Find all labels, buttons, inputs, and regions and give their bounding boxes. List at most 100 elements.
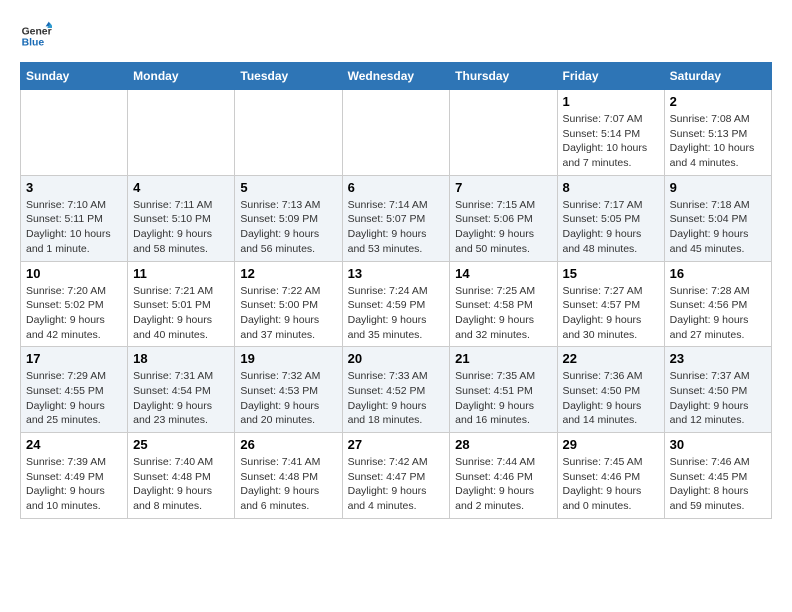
- day-info: Sunrise: 7:14 AM Sunset: 5:07 PM Dayligh…: [348, 198, 445, 257]
- calendar-cell: 10 Sunrise: 7:20 AM Sunset: 5:02 PM Dayli…: [21, 261, 128, 347]
- day-number: 15: [563, 266, 659, 281]
- day-info: Sunrise: 7:33 AM Sunset: 4:52 PM Dayligh…: [348, 369, 445, 428]
- day-number: 4: [133, 180, 229, 195]
- day-number: 14: [455, 266, 551, 281]
- weekday-header-saturday: Saturday: [664, 63, 771, 90]
- calendar-cell: 29 Sunrise: 7:45 AM Sunset: 4:46 PM Dayli…: [557, 433, 664, 519]
- day-info: Sunrise: 7:41 AM Sunset: 4:48 PM Dayligh…: [240, 455, 336, 514]
- calendar-table: SundayMondayTuesdayWednesdayThursdayFrid…: [20, 62, 772, 519]
- day-number: 18: [133, 351, 229, 366]
- calendar-cell: 9 Sunrise: 7:18 AM Sunset: 5:04 PM Daylig…: [664, 175, 771, 261]
- weekday-header-row: SundayMondayTuesdayWednesdayThursdayFrid…: [21, 63, 772, 90]
- day-number: 26: [240, 437, 336, 452]
- day-info: Sunrise: 7:08 AM Sunset: 5:13 PM Dayligh…: [670, 112, 766, 171]
- calendar-cell: [450, 90, 557, 176]
- calendar-cell: 22 Sunrise: 7:36 AM Sunset: 4:50 PM Dayli…: [557, 347, 664, 433]
- day-number: 20: [348, 351, 445, 366]
- calendar-week-2: 3Sunrise: 7:10 AM Sunset: 5:11 PM Daylig…: [21, 175, 772, 261]
- day-info: Sunrise: 7:40 AM Sunset: 4:48 PM Dayligh…: [133, 455, 229, 514]
- logo: General Blue: [20, 20, 58, 52]
- day-info: Sunrise: 7:28 AM Sunset: 4:56 PM Dayligh…: [670, 284, 766, 343]
- day-number: 22: [563, 351, 659, 366]
- day-info: Sunrise: 7:35 AM Sunset: 4:51 PM Dayligh…: [455, 369, 551, 428]
- day-number: 21: [455, 351, 551, 366]
- day-info: Sunrise: 7:13 AM Sunset: 5:09 PM Dayligh…: [240, 198, 336, 257]
- calendar-cell: 14 Sunrise: 7:25 AM Sunset: 4:58 PM Dayli…: [450, 261, 557, 347]
- weekday-header-friday: Friday: [557, 63, 664, 90]
- day-number: 9: [670, 180, 766, 195]
- weekday-header-thursday: Thursday: [450, 63, 557, 90]
- calendar-cell: 20 Sunrise: 7:33 AM Sunset: 4:52 PM Dayli…: [342, 347, 450, 433]
- day-info: Sunrise: 7:22 AM Sunset: 5:00 PM Dayligh…: [240, 284, 336, 343]
- calendar-cell: 19 Sunrise: 7:32 AM Sunset: 4:53 PM Dayli…: [235, 347, 342, 433]
- calendar-cell: [235, 90, 342, 176]
- calendar-cell: 23 Sunrise: 7:37 AM Sunset: 4:50 PM Dayli…: [664, 347, 771, 433]
- day-info: Sunrise: 7:10 AM Sunset: 5:11 PM Dayligh…: [26, 198, 122, 257]
- calendar-cell: 6Sunrise: 7:14 AM Sunset: 5:07 PM Daylig…: [342, 175, 450, 261]
- calendar-cell: 13 Sunrise: 7:24 AM Sunset: 4:59 PM Dayli…: [342, 261, 450, 347]
- calendar-cell: 25 Sunrise: 7:40 AM Sunset: 4:48 PM Dayli…: [128, 433, 235, 519]
- calendar-cell: [21, 90, 128, 176]
- day-info: Sunrise: 7:39 AM Sunset: 4:49 PM Dayligh…: [26, 455, 122, 514]
- calendar-cell: 21 Sunrise: 7:35 AM Sunset: 4:51 PM Dayli…: [450, 347, 557, 433]
- day-info: Sunrise: 7:32 AM Sunset: 4:53 PM Dayligh…: [240, 369, 336, 428]
- day-number: 29: [563, 437, 659, 452]
- calendar-cell: [342, 90, 450, 176]
- page-header: General Blue: [20, 20, 772, 52]
- calendar-cell: 8 Sunrise: 7:17 AM Sunset: 5:05 PM Daylig…: [557, 175, 664, 261]
- day-info: Sunrise: 7:37 AM Sunset: 4:50 PM Dayligh…: [670, 369, 766, 428]
- calendar-week-4: 17 Sunrise: 7:29 AM Sunset: 4:55 PM Dayli…: [21, 347, 772, 433]
- day-number: 16: [670, 266, 766, 281]
- day-info: Sunrise: 7:21 AM Sunset: 5:01 PM Dayligh…: [133, 284, 229, 343]
- day-number: 5: [240, 180, 336, 195]
- day-number: 25: [133, 437, 229, 452]
- day-info: Sunrise: 7:42 AM Sunset: 4:47 PM Dayligh…: [348, 455, 445, 514]
- calendar-cell: 16 Sunrise: 7:28 AM Sunset: 4:56 PM Dayli…: [664, 261, 771, 347]
- calendar-cell: 28Sunrise: 7:44 AM Sunset: 4:46 PM Dayli…: [450, 433, 557, 519]
- svg-text:General: General: [22, 26, 52, 37]
- weekday-header-wednesday: Wednesday: [342, 63, 450, 90]
- day-info: Sunrise: 7:07 AM Sunset: 5:14 PM Dayligh…: [563, 112, 659, 171]
- calendar-cell: 18 Sunrise: 7:31 AM Sunset: 4:54 PM Dayli…: [128, 347, 235, 433]
- day-number: 30: [670, 437, 766, 452]
- day-number: 11: [133, 266, 229, 281]
- day-number: 19: [240, 351, 336, 366]
- calendar-cell: 7 Sunrise: 7:15 AM Sunset: 5:06 PM Daylig…: [450, 175, 557, 261]
- day-info: Sunrise: 7:45 AM Sunset: 4:46 PM Dayligh…: [563, 455, 659, 514]
- day-info: Sunrise: 7:17 AM Sunset: 5:05 PM Dayligh…: [563, 198, 659, 257]
- day-info: Sunrise: 7:15 AM Sunset: 5:06 PM Dayligh…: [455, 198, 551, 257]
- day-number: 12: [240, 266, 336, 281]
- calendar-week-1: 1Sunrise: 7:07 AM Sunset: 5:14 PM Daylig…: [21, 90, 772, 176]
- day-info: Sunrise: 7:25 AM Sunset: 4:58 PM Dayligh…: [455, 284, 551, 343]
- calendar-week-3: 10 Sunrise: 7:20 AM Sunset: 5:02 PM Dayli…: [21, 261, 772, 347]
- day-number: 8: [563, 180, 659, 195]
- calendar-cell: 24 Sunrise: 7:39 AM Sunset: 4:49 PM Dayli…: [21, 433, 128, 519]
- svg-text:Blue: Blue: [22, 38, 45, 49]
- day-info: Sunrise: 7:11 AM Sunset: 5:10 PM Dayligh…: [133, 198, 229, 257]
- day-number: 7: [455, 180, 551, 195]
- day-number: 10: [26, 266, 122, 281]
- day-info: Sunrise: 7:18 AM Sunset: 5:04 PM Dayligh…: [670, 198, 766, 257]
- logo-icon: General Blue: [20, 20, 52, 52]
- calendar-cell: 27 Sunrise: 7:42 AM Sunset: 4:47 PM Dayli…: [342, 433, 450, 519]
- calendar-cell: 26 Sunrise: 7:41 AM Sunset: 4:48 PM Dayli…: [235, 433, 342, 519]
- day-number: 27: [348, 437, 445, 452]
- calendar-cell: 11 Sunrise: 7:21 AM Sunset: 5:01 PM Dayli…: [128, 261, 235, 347]
- day-info: Sunrise: 7:44 AM Sunset: 4:46 PM Dayligh…: [455, 455, 551, 514]
- day-info: Sunrise: 7:36 AM Sunset: 4:50 PM Dayligh…: [563, 369, 659, 428]
- day-info: Sunrise: 7:27 AM Sunset: 4:57 PM Dayligh…: [563, 284, 659, 343]
- day-info: Sunrise: 7:24 AM Sunset: 4:59 PM Dayligh…: [348, 284, 445, 343]
- calendar-cell: 2Sunrise: 7:08 AM Sunset: 5:13 PM Daylig…: [664, 90, 771, 176]
- day-info: Sunrise: 7:20 AM Sunset: 5:02 PM Dayligh…: [26, 284, 122, 343]
- day-number: 17: [26, 351, 122, 366]
- calendar-cell: [128, 90, 235, 176]
- calendar-cell: 1Sunrise: 7:07 AM Sunset: 5:14 PM Daylig…: [557, 90, 664, 176]
- day-info: Sunrise: 7:31 AM Sunset: 4:54 PM Dayligh…: [133, 369, 229, 428]
- day-info: Sunrise: 7:29 AM Sunset: 4:55 PM Dayligh…: [26, 369, 122, 428]
- calendar-week-5: 24 Sunrise: 7:39 AM Sunset: 4:49 PM Dayli…: [21, 433, 772, 519]
- day-number: 23: [670, 351, 766, 366]
- day-number: 24: [26, 437, 122, 452]
- calendar-cell: 5 Sunrise: 7:13 AM Sunset: 5:09 PM Daylig…: [235, 175, 342, 261]
- day-number: 13: [348, 266, 445, 281]
- calendar-cell: 12 Sunrise: 7:22 AM Sunset: 5:00 PM Dayli…: [235, 261, 342, 347]
